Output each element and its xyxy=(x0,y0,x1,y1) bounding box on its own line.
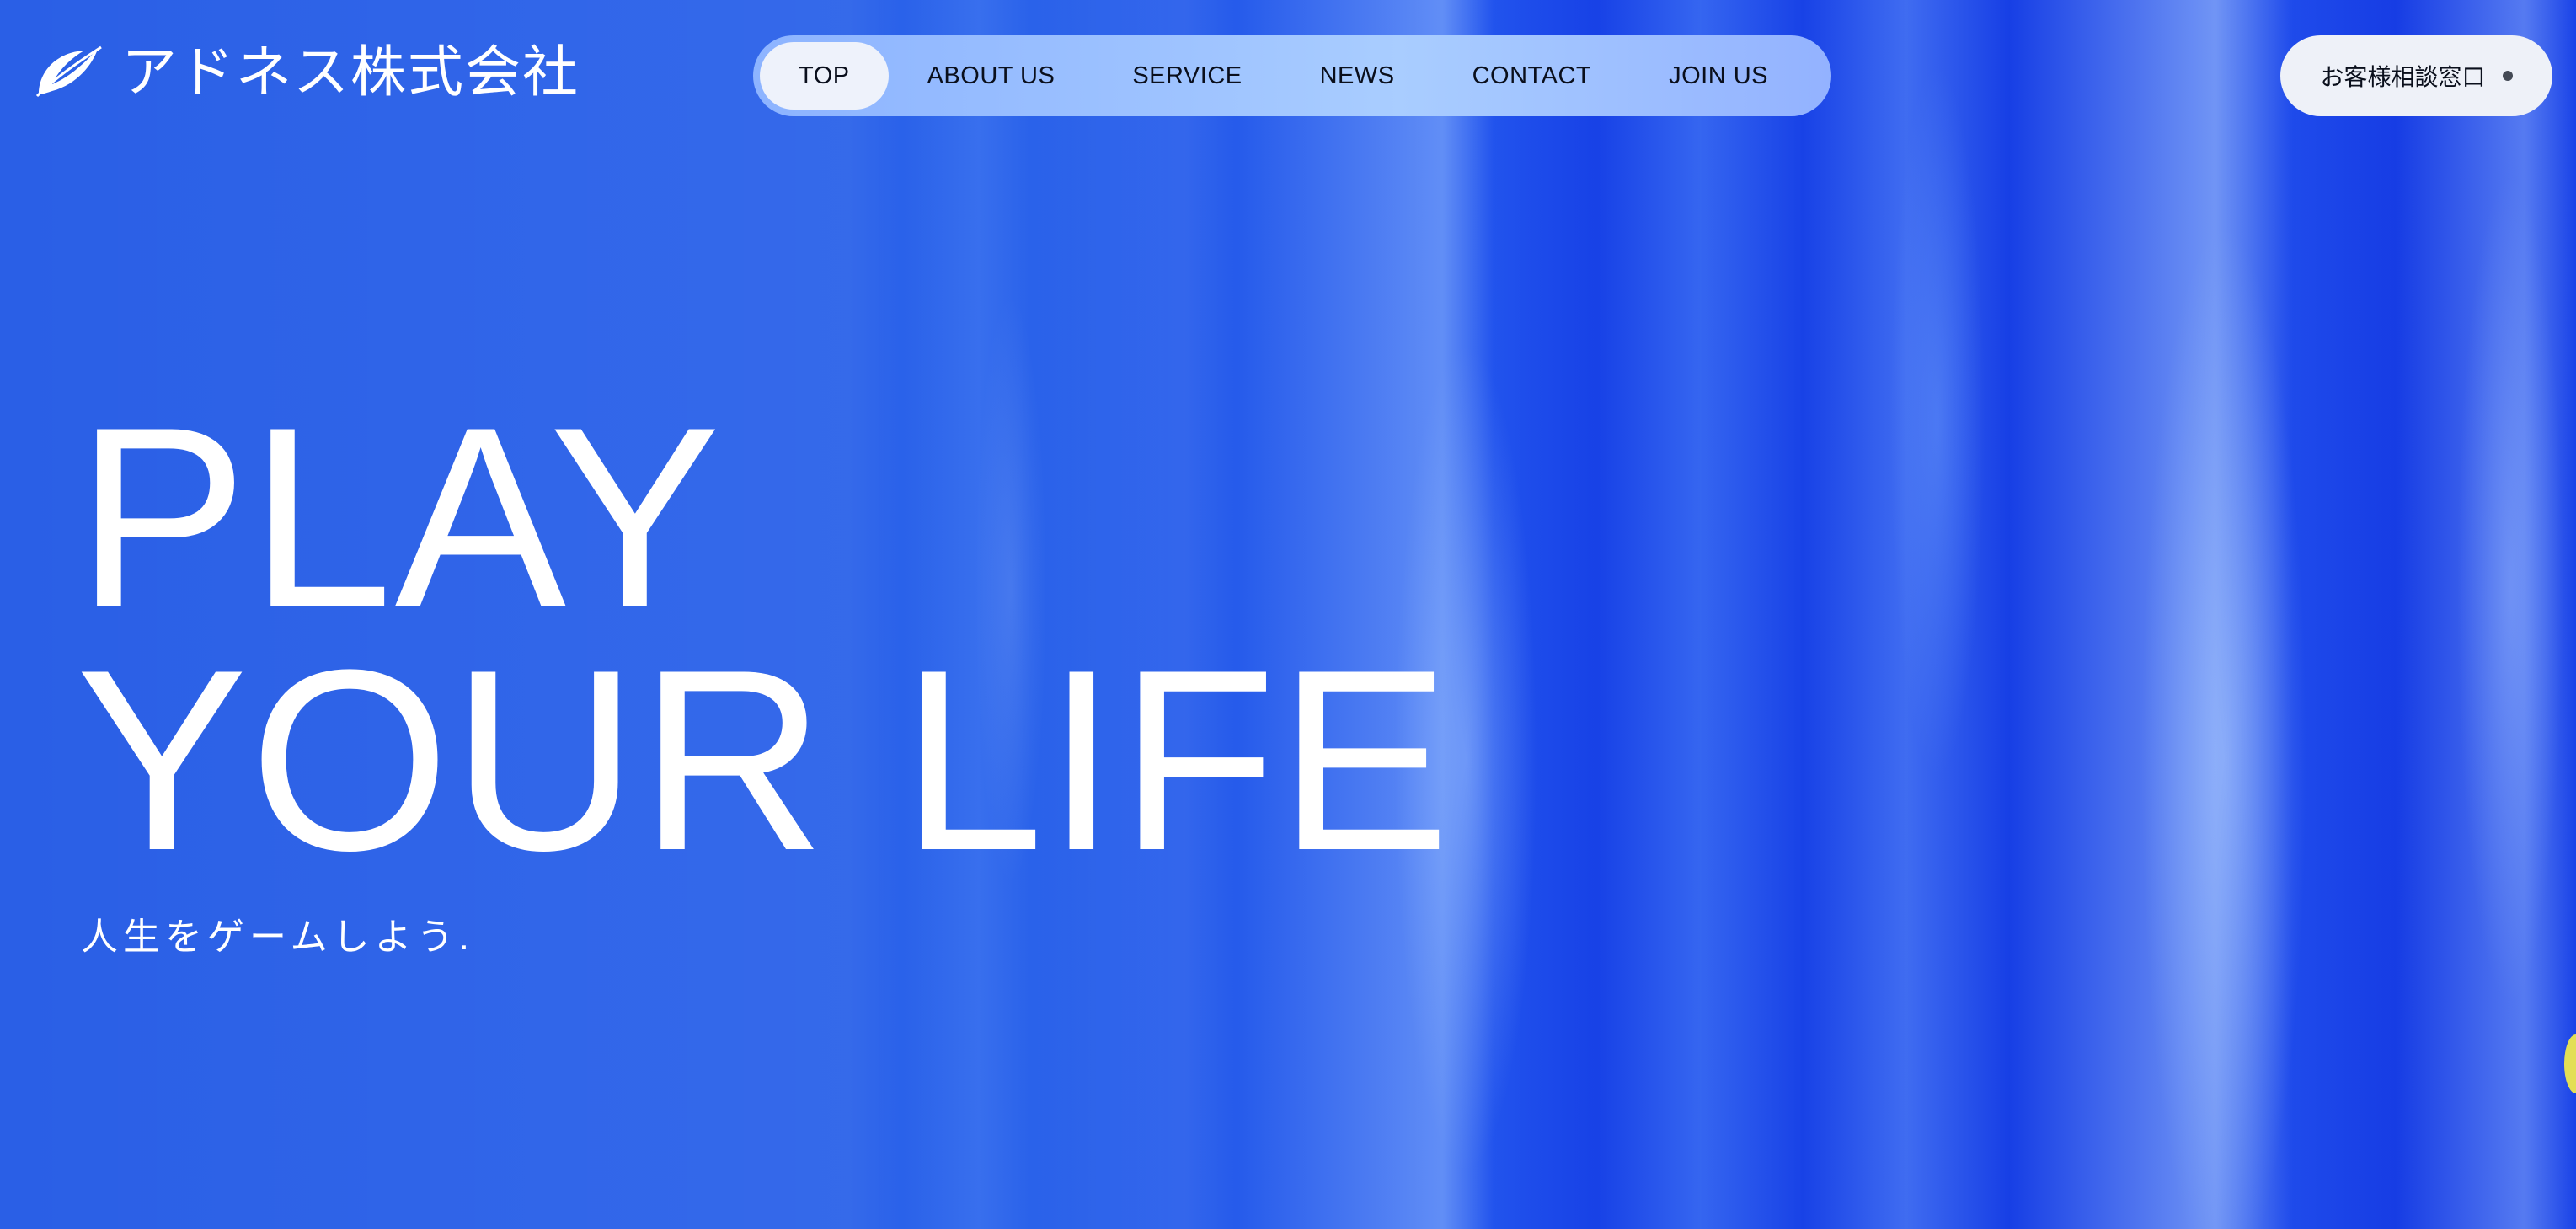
nav-item-service[interactable]: SERVICE xyxy=(1093,42,1280,110)
company-logo[interactable]: アドネス株式会社 xyxy=(34,44,580,99)
consult-label: お客様相談窓口 xyxy=(2320,64,2486,90)
dot-icon xyxy=(2502,71,2513,81)
main-navigation: TOP ABOUT US SERVICE NEWS CONTACT JOIN U… xyxy=(753,35,1831,116)
nav-item-about-us[interactable]: ABOUT US xyxy=(889,42,1094,110)
hero-headline: PLAY YOUR LIFE xyxy=(76,373,1452,904)
leaf-swoosh-icon xyxy=(35,45,102,98)
nav-item-join-us[interactable]: JOIN US xyxy=(1630,42,1807,110)
headline-line-2: YOUR LIFE xyxy=(76,616,1452,904)
headline-line-1: PLAY xyxy=(76,373,723,661)
nav-item-top[interactable]: TOP xyxy=(760,42,889,110)
logo-text: アドネス株式会社 xyxy=(121,40,580,103)
customer-consultation-button[interactable]: お客様相談窓口 xyxy=(2280,35,2552,116)
hero-section: アドネス株式会社 TOP ABOUT US SERVICE NEWS CONTA… xyxy=(0,0,2576,1229)
nav-item-contact[interactable]: CONTACT xyxy=(1434,42,1631,110)
nav-item-news[interactable]: NEWS xyxy=(1281,42,1434,110)
hero-subline: 人生をゲームしよう. xyxy=(81,916,474,958)
